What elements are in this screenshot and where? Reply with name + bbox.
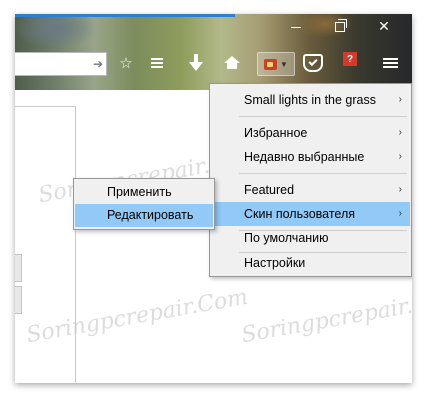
star-icon: ☆ <box>119 55 133 72</box>
chevron-right-icon: › <box>398 184 402 195</box>
addon-question-icon: ? <box>343 52 357 66</box>
submenu-item-edit[interactable]: Редактировать <box>75 204 213 227</box>
restore-icon <box>335 19 347 33</box>
menu-item-default[interactable]: По умолчанию <box>211 226 410 250</box>
home-icon <box>224 55 240 69</box>
pocket-button[interactable] <box>302 52 324 74</box>
menu-item-custom-skin[interactable]: Скин пользователя › <box>211 202 410 226</box>
chevron-right-icon: › <box>398 127 402 138</box>
personas-icon <box>264 58 278 70</box>
chevron-down-icon: ▼ <box>280 59 288 69</box>
submenu-item-label: Применить <box>107 185 172 199</box>
close-button[interactable]: ✕ <box>365 14 403 38</box>
download-icon <box>189 53 203 71</box>
side-button[interactable] <box>15 254 22 282</box>
addon-button[interactable]: ? <box>337 52 359 74</box>
restore-button[interactable] <box>321 14 359 38</box>
menu-item-label: Избранное <box>244 126 308 140</box>
chevron-right-icon: › <box>398 94 402 105</box>
home-button[interactable] <box>221 52 243 74</box>
menu-item-label: По умолчанию <box>244 231 329 245</box>
menu-item-recent[interactable]: Недавно выбранные › <box>211 145 410 169</box>
close-icon: ✕ <box>378 18 390 34</box>
menu-item-label: Small lights in the grass <box>244 93 377 107</box>
side-button[interactable] <box>15 286 22 314</box>
open-menu-button[interactable] <box>379 52 401 74</box>
menu-separator <box>239 173 407 174</box>
downloads-button[interactable] <box>185 52 207 74</box>
tab-strip-indicator <box>15 14 235 17</box>
menu-item-label: Скин пользователя <box>244 207 356 221</box>
content-panel-border <box>75 106 76 383</box>
bookmarks-list-button[interactable] <box>146 52 168 74</box>
menu-item-label: Featured <box>244 183 295 197</box>
menu-separator <box>239 116 407 117</box>
personas-menu: Small lights in the grass › Избранное › … <box>209 83 412 277</box>
url-bar[interactable]: ➔ <box>15 52 107 76</box>
go-arrow-icon[interactable]: ➔ <box>93 57 103 71</box>
bookmark-star-button[interactable]: ☆ <box>115 52 137 74</box>
submenu-item-apply[interactable]: Применить <box>75 181 213 204</box>
custom-skin-submenu: Применить Редактировать <box>73 178 215 230</box>
menu-item-settings[interactable]: Настройки <box>211 251 410 275</box>
chevron-right-icon: › <box>398 208 402 219</box>
menu-item-featured[interactable]: Featured › <box>211 178 410 202</box>
chevron-right-icon: › <box>398 151 402 162</box>
personas-button[interactable]: ▼ <box>257 52 295 76</box>
minimize-button[interactable] <box>277 14 315 38</box>
menu-item-current-theme[interactable]: Small lights in the grass › <box>211 88 410 112</box>
pocket-icon <box>303 54 323 72</box>
menu-item-label: Настройки <box>244 256 306 270</box>
browser-window: ✕ ➔ ☆ ▼ ? Soringpcrepair.Com Soringpcrep… <box>15 14 412 383</box>
menu-item-favorites[interactable]: Избранное › <box>211 121 410 145</box>
list-icon <box>151 56 163 70</box>
minimize-icon <box>291 26 301 28</box>
submenu-item-label: Редактировать <box>107 208 194 222</box>
menu-item-label: Недавно выбранные <box>244 150 365 164</box>
hamburger-icon <box>382 56 398 70</box>
divider <box>15 106 75 107</box>
